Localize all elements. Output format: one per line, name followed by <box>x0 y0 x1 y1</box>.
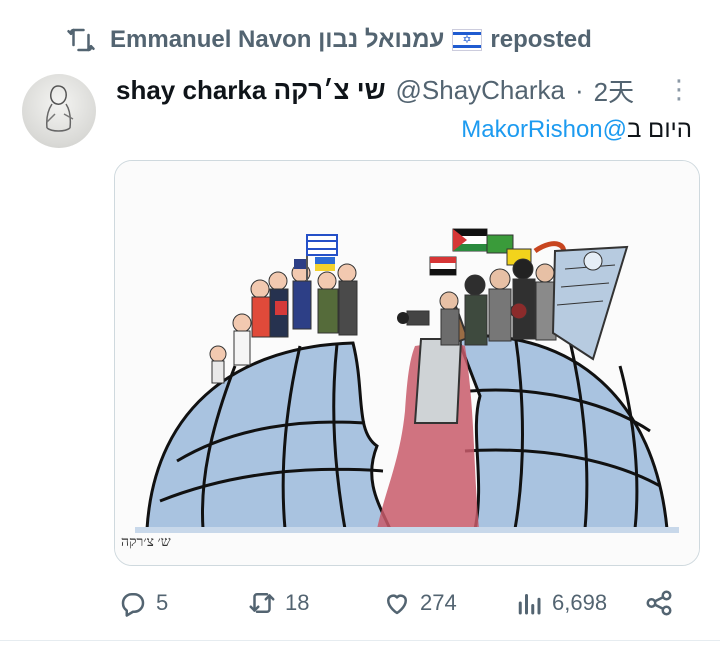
tweet-text-prefix: היום ב <box>627 116 692 143</box>
tweet-header: shay charka שי צ׳רקה @ShayCharka · 2天 ⋮ <box>116 72 692 109</box>
like-count: 274 <box>420 590 457 615</box>
israel-flag-icon: ✡ <box>452 29 483 51</box>
repost-indicator[interactable]: Emmanuel Navon עמנואל נבון ✡ reposted <box>66 24 592 56</box>
repost-button[interactable]: 18 <box>247 583 309 623</box>
tweet-image[interactable]: ש׳ צ׳רקה <box>114 160 700 566</box>
views-count: 6,698 <box>552 590 608 615</box>
heart-icon <box>387 594 407 615</box>
action-bar: 5 18 274 6,698 <box>114 583 698 623</box>
like-button[interactable]: 274 <box>382 583 457 623</box>
artist-signature: ש׳ צ׳רקה <box>121 535 171 550</box>
views-icon <box>518 594 541 615</box>
timestamp[interactable]: 2天 <box>594 72 634 109</box>
display-name[interactable]: shay charka שי צ׳רקה <box>116 75 386 106</box>
repost-suffix: reposted <box>490 26 592 53</box>
cleaver <box>413 338 463 424</box>
repost-action-icon <box>249 593 275 613</box>
more-dots-icon[interactable]: ⋮ <box>666 74 692 105</box>
reposter-name[interactable]: Emmanuel Navon עמנואל נבון <box>110 26 444 54</box>
reply-button[interactable]: 5 <box>118 583 168 623</box>
avatar-drawing <box>46 85 74 132</box>
repost-icon <box>67 28 95 52</box>
mention-link[interactable]: @MakorRishon <box>461 116 627 143</box>
separator-dot: · <box>574 74 584 105</box>
share-icon <box>646 590 672 616</box>
reply-count: 5 <box>156 590 169 615</box>
share-button[interactable] <box>644 583 674 623</box>
repost-count: 18 <box>285 590 310 615</box>
views-button[interactable]: 6,698 <box>514 583 607 623</box>
cartoon-illustration: ש׳ צ׳רקה <box>115 161 699 565</box>
tweet-text: היום ב@MakorRishon <box>461 116 692 144</box>
avatar[interactable] <box>22 74 96 148</box>
handle[interactable]: @ShayCharka <box>396 75 565 106</box>
repost-text: Emmanuel Navon עמנואל נבון ✡ reposted <box>110 26 592 54</box>
reply-icon <box>121 593 145 617</box>
bottom-divider <box>0 640 720 641</box>
